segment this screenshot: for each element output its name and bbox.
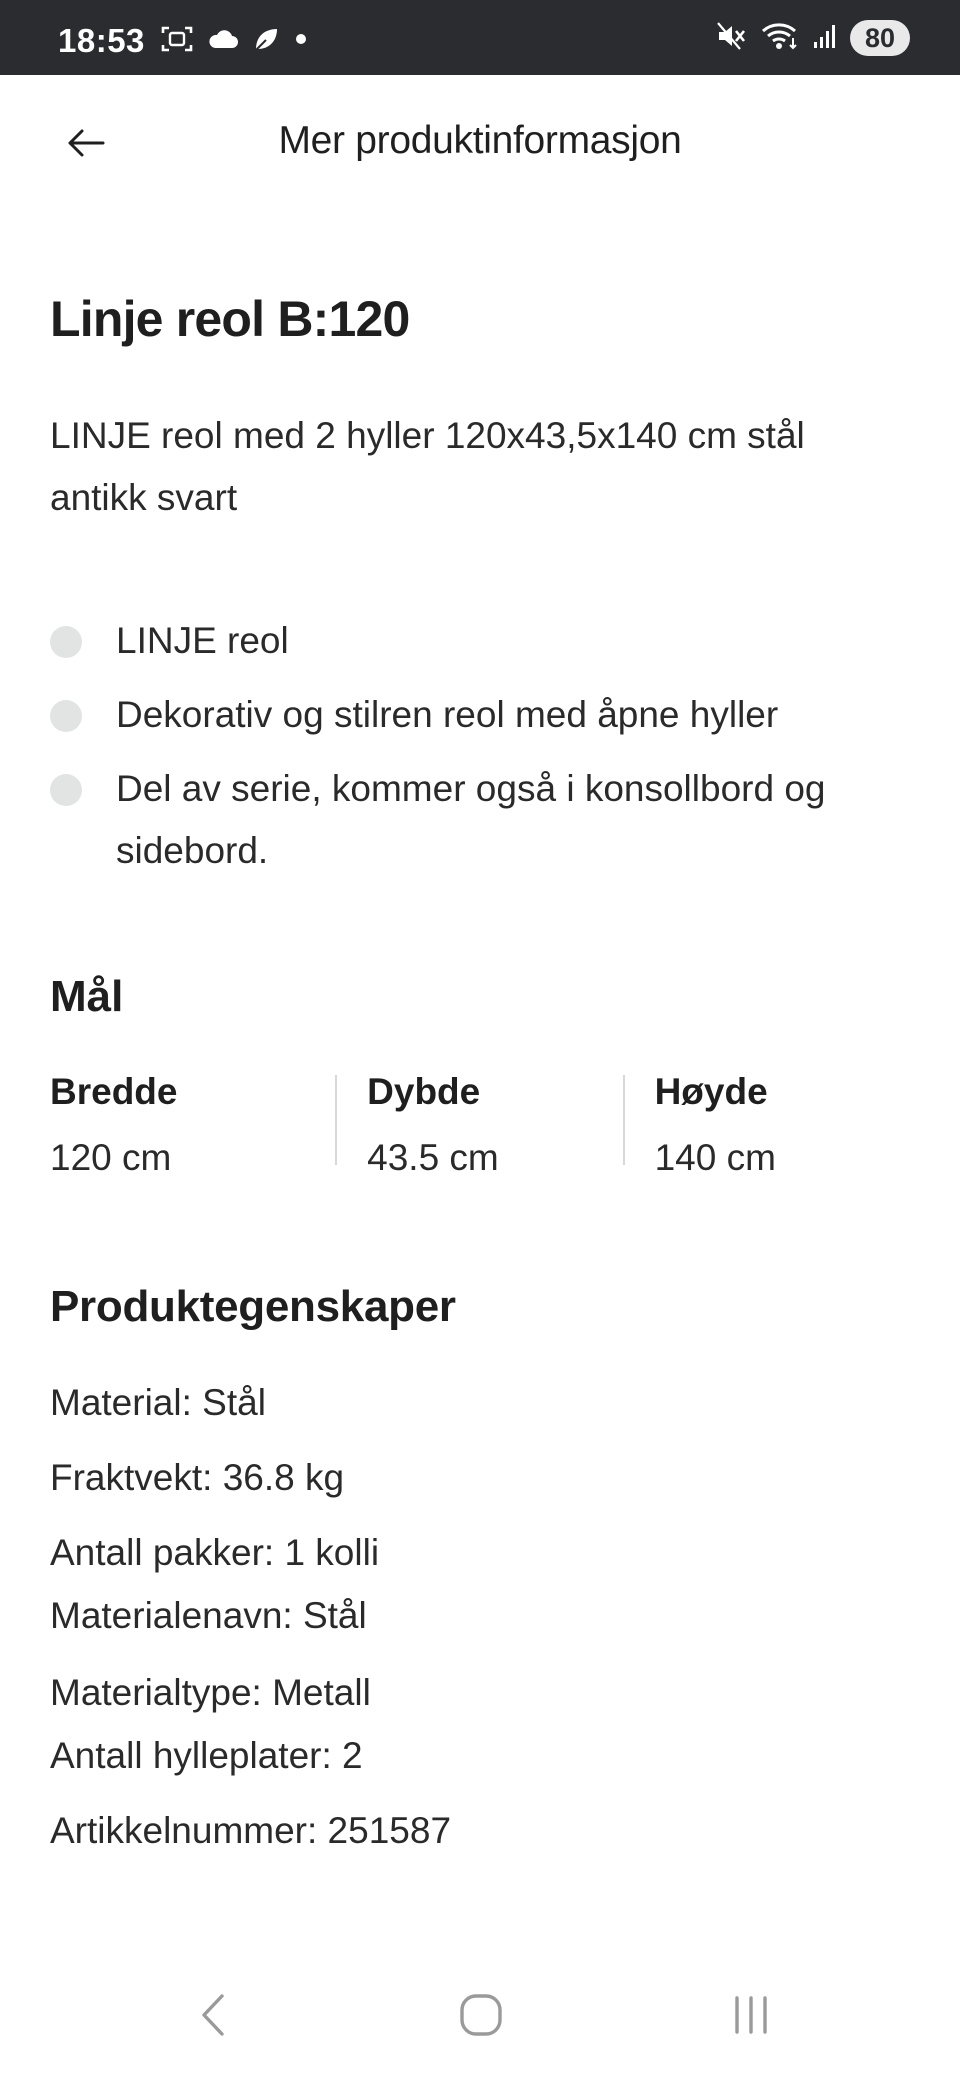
status-bar: 18:53 80 <box>0 0 960 75</box>
dimensions-row: Bredde 120 cm Dybde 43.5 cm Høyde 140 cm <box>50 1070 910 1178</box>
property-shelf-count: Antall hylleplater: 2 <box>50 1735 363 1776</box>
home-nav-icon <box>458 1992 504 2043</box>
nav-recents-button[interactable] <box>711 1982 791 2052</box>
recents-nav-icon <box>728 1992 774 2043</box>
property-article-number: Artikkelnummer: 251587 <box>50 1810 452 1851</box>
battery-indicator: 80 <box>850 20 910 56</box>
bullet-dot-icon <box>50 626 82 658</box>
list-item: Del av serie, kommer også i konsollbord … <box>50 758 910 882</box>
dimensions-heading: Mål <box>50 972 124 1021</box>
bullet-dot-icon <box>50 774 82 806</box>
dimension-label: Høyde <box>654 1071 768 1112</box>
list-item: Dekorativ og stilren reol med åpne hylle… <box>50 684 910 746</box>
dimension-value: 43.5 cm <box>367 1137 499 1178</box>
cloud-icon <box>208 28 238 55</box>
list-item-text: Dekorativ og stilren reol med åpne hylle… <box>116 694 779 735</box>
divider <box>622 1075 625 1165</box>
divider <box>335 1075 338 1165</box>
leaf-icon <box>252 25 280 58</box>
product-description: LINJE reol med 2 hyller 120x43,5x140 cm … <box>50 415 805 518</box>
status-time: 18:53 <box>58 22 145 59</box>
bullet-dot-icon <box>50 700 82 732</box>
dimension-depth: Dybde 43.5 cm <box>335 1070 622 1178</box>
product-title: Linje reol B:120 <box>50 291 410 347</box>
list-item-text: LINJE reol <box>116 620 289 661</box>
signal-icon <box>812 22 838 55</box>
property-freight-weight: Fraktvekt: 36.8 kg <box>50 1457 345 1498</box>
nav-back-button[interactable] <box>173 1982 253 2052</box>
dimension-label: Dybde <box>367 1071 481 1112</box>
properties-heading: Produktegenskaper <box>50 1282 456 1331</box>
dimension-width: Bredde 120 cm <box>50 1070 335 1178</box>
dimension-value: 120 cm <box>50 1137 172 1178</box>
nav-home-button[interactable] <box>441 1982 521 2052</box>
dimension-height: Høyde 140 cm <box>622 1070 910 1178</box>
property-package-count: Antall pakker: 1 kolli <box>50 1532 380 1573</box>
feature-list: LINJE reol Dekorativ og stilren reol med… <box>50 610 910 894</box>
back-nav-icon <box>198 1992 228 2043</box>
wifi-icon <box>760 21 800 56</box>
mute-icon <box>716 21 748 56</box>
list-item: LINJE reol <box>50 610 910 672</box>
dimension-value: 140 cm <box>654 1137 776 1178</box>
property-material: Material: Stål <box>50 1382 266 1423</box>
status-left-icons <box>160 24 308 59</box>
property-material-name: Materialenavn: Stål <box>50 1595 367 1636</box>
property-material-type: Materialtype: Metall <box>50 1672 371 1713</box>
status-right-icons: 80 <box>716 20 910 56</box>
system-nav-bar <box>0 1960 960 2080</box>
dot-icon <box>294 32 308 51</box>
app-bar: Mer produktinformasjon <box>0 75 960 215</box>
page-title: Mer produktinformasjon <box>278 119 682 162</box>
dimension-label: Bredde <box>50 1071 178 1112</box>
list-item-text: Del av serie, kommer også i konsollbord … <box>116 768 826 871</box>
screenshot-icon <box>160 24 194 59</box>
